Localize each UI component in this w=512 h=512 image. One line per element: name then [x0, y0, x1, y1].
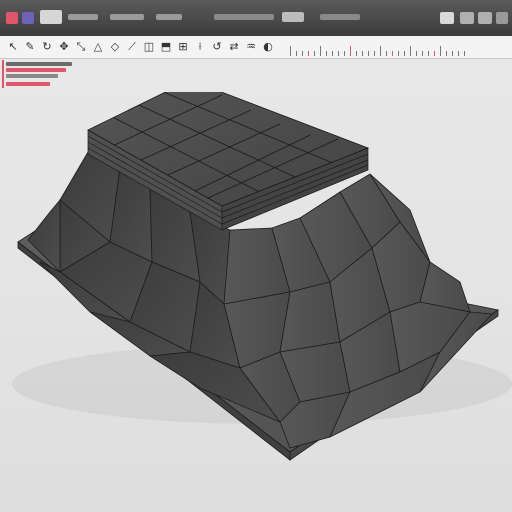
panel-marker-icon: [2, 60, 4, 88]
ruler-tick: [452, 51, 453, 56]
ruler-tick: [368, 51, 369, 56]
ruler-tick: [440, 46, 441, 56]
ruler-tick: [392, 51, 393, 56]
ruler-tick: [374, 51, 375, 56]
knife-icon[interactable]: ⟊: [193, 40, 207, 54]
menu-icon[interactable]: [22, 12, 34, 24]
subdivide-icon[interactable]: ⊞: [176, 40, 190, 54]
ruler-tick: [398, 51, 399, 56]
property-row[interactable]: [6, 62, 72, 66]
ruler-tick: [422, 51, 423, 56]
rotate-icon[interactable]: ↻: [40, 40, 54, 54]
face-icon[interactable]: ◫: [142, 40, 156, 54]
minimize-icon[interactable]: [460, 12, 474, 24]
modeling-app-window: ↖ ✎ ↻ ✥ ⤡ △ ◇ ⟋ ◫ ⬒ ⊞ ⟊ ↺ ⇄ ♒ ◐: [0, 0, 512, 512]
ruler-tick: [410, 46, 411, 56]
scale-icon[interactable]: ⤡: [74, 40, 88, 54]
material-icon[interactable]: ◐: [261, 40, 275, 54]
app-icon[interactable]: [6, 12, 18, 24]
edit-tab-icon[interactable]: [110, 14, 144, 20]
sculpt-icon[interactable]: ♒: [244, 40, 258, 54]
shape-icon[interactable]: △: [91, 40, 105, 54]
ruler-tick: [416, 51, 417, 56]
ruler-tick: [404, 51, 405, 56]
render-tab-icon[interactable]: [214, 14, 274, 20]
ruler-tick: [380, 46, 381, 56]
mirror-icon[interactable]: ⇄: [227, 40, 241, 54]
selector-icon[interactable]: ↖: [6, 40, 20, 54]
ruler-tick: [338, 51, 339, 56]
3d-viewport[interactable]: [0, 92, 512, 512]
ruler-tick: [356, 51, 357, 56]
toolbar: ↖ ✎ ↻ ✥ ⤡ △ ◇ ⟋ ◫ ⬒ ⊞ ⟊ ↺ ⇄ ♒ ◐: [0, 36, 512, 59]
properties-panel: [0, 58, 78, 92]
file-tab-icon[interactable]: [68, 14, 98, 20]
ruler-tick: [362, 51, 363, 56]
ruler-tick: [344, 51, 345, 56]
ruler-tick: [332, 51, 333, 56]
title-bar: [0, 0, 512, 37]
property-row[interactable]: [6, 68, 66, 72]
help-tab-icon[interactable]: [282, 12, 304, 22]
ruler-tick: [458, 51, 459, 56]
ruler-tick: [320, 46, 321, 56]
property-row[interactable]: [6, 82, 50, 86]
ruler-tick: [290, 46, 291, 56]
window-tab-icon[interactable]: [40, 10, 62, 24]
extrude-icon[interactable]: ⬒: [159, 40, 173, 54]
maximize-icon[interactable]: [478, 12, 492, 24]
ruler-tick: [308, 51, 309, 56]
ruler-tick: [350, 46, 351, 56]
view-tab-icon[interactable]: [156, 14, 182, 20]
tools-tab-icon[interactable]: [320, 14, 360, 20]
close-icon[interactable]: [496, 12, 508, 24]
ruler-tick: [302, 51, 303, 56]
edge-icon[interactable]: ⟋: [125, 40, 139, 54]
layers-icon[interactable]: [440, 12, 454, 24]
ruler-tick: [314, 51, 315, 56]
ruler-tick: [464, 51, 465, 56]
ruler-tick: [296, 51, 297, 56]
loop-icon[interactable]: ↺: [210, 40, 224, 54]
ruler-tick: [428, 51, 429, 56]
low-poly-mesa-mesh[interactable]: [0, 92, 512, 512]
property-row[interactable]: [6, 74, 58, 78]
vertex-icon[interactable]: ◇: [108, 40, 122, 54]
pen-icon[interactable]: ✎: [23, 40, 37, 54]
ruler-tick: [326, 51, 327, 56]
move-icon[interactable]: ✥: [57, 40, 71, 54]
ruler-tick: [386, 51, 387, 56]
ruler-tick: [434, 51, 435, 56]
ruler-tick: [446, 51, 447, 56]
